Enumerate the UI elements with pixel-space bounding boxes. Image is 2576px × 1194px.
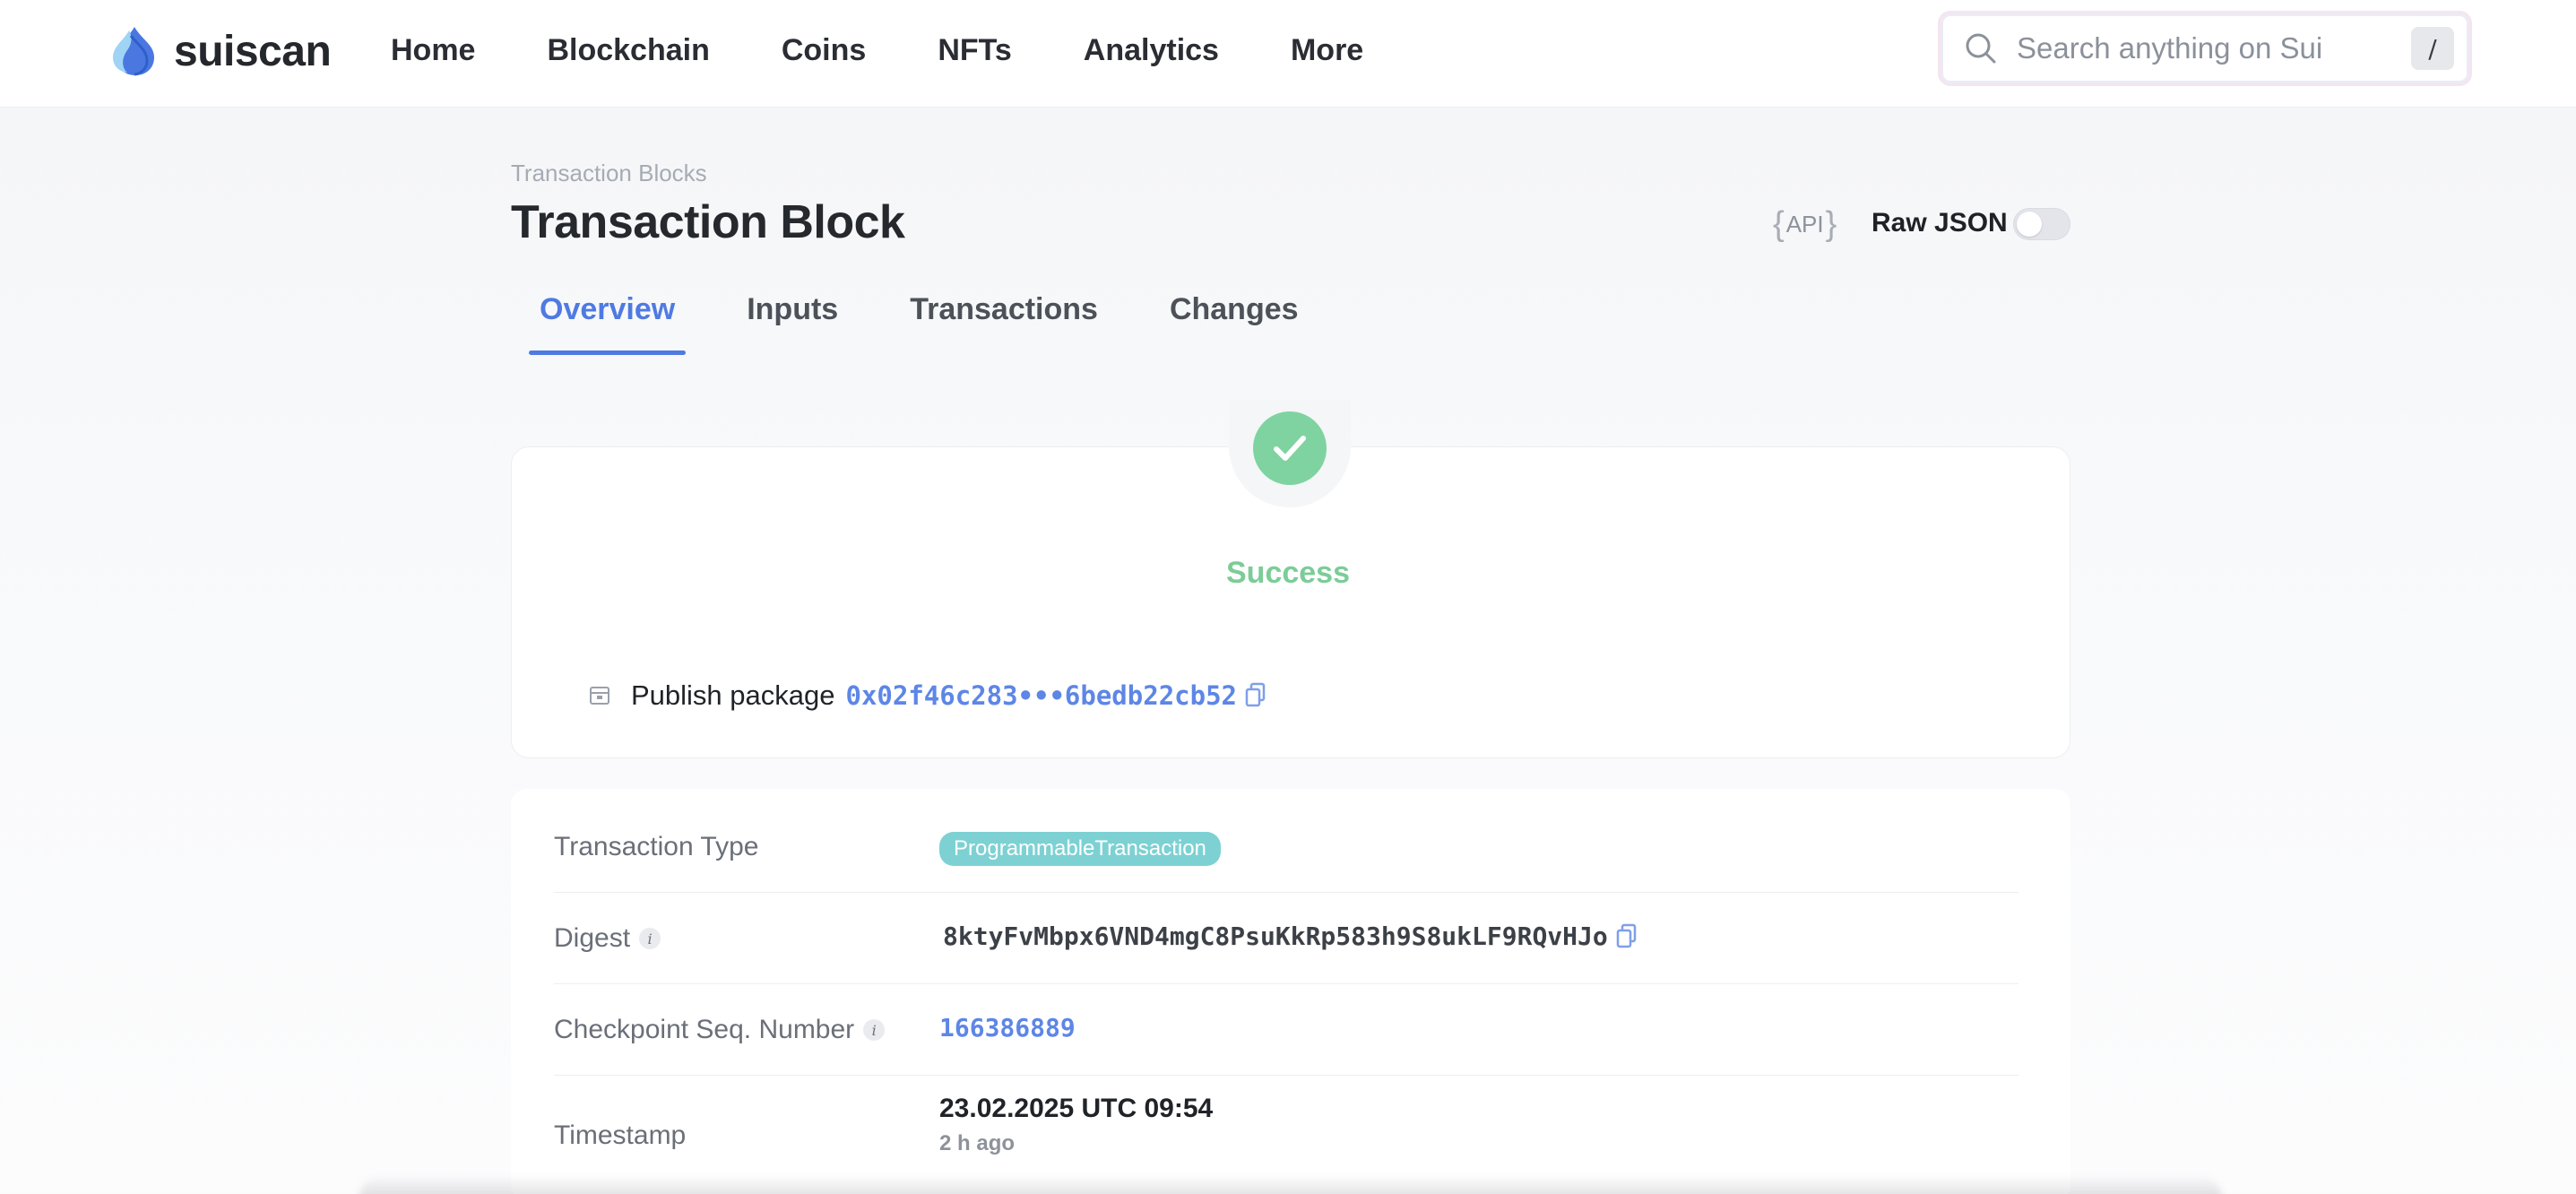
brace-open-icon: { [1773,204,1785,243]
info-icon[interactable]: i [639,928,661,949]
checkpoint-label-wrap: Checkpoint Seq. Number i [554,1015,886,1045]
checkpoint-label: Checkpoint Seq. Number [554,1015,855,1044]
package-action-label: Publish package [631,679,835,711]
transaction-type-label: Transaction Type [554,832,759,861]
page-title: Transaction Block [511,196,905,248]
nav-item-nfts[interactable]: NFTs [938,33,1011,68]
top-navigation-bar: suiscan Home Blockchain Coins NFTs Analy… [0,0,2576,108]
toggle-knob [2017,212,2042,237]
nav-item-more[interactable]: More [1291,33,1363,68]
details-panel: Transaction Type ProgrammableTransaction… [511,789,2070,1194]
timestamp-label: Timestamp [554,1120,687,1150]
success-badge [1253,411,1327,485]
tab-inputs[interactable]: Inputs [736,292,849,355]
status-text: Success [1226,556,1350,590]
sui-logo-icon [108,23,163,79]
tab-transactions[interactable]: Transactions [899,292,1109,355]
tab-bar: Overview Inputs Transactions Changes [529,292,1360,355]
bottom-shadow [359,1174,2223,1194]
raw-json-toggle[interactable] [2013,208,2070,240]
timestamp-value: 23.02.2025 UTC 09:54 [939,1094,1214,1123]
copy-icon[interactable] [1615,923,1638,950]
nav-item-analytics[interactable]: Analytics [1084,33,1219,68]
transaction-type-value-wrap: ProgrammableTransaction [939,832,1221,866]
digest-label-wrap: Digest i [554,923,661,954]
api-button[interactable]: { API } [1773,204,1837,244]
digest-value-wrap: 8ktyFvMbpx6VND4mgC8PsuKkRp583h9S8ukLF9RQ… [943,921,1638,951]
check-icon [1274,436,1306,461]
main-nav: Home Blockchain Coins NFTs Analytics Mor… [391,25,1363,75]
timestamp-value-wrap: 23.02.2025 UTC 09:54 2 h ago [939,1094,1213,1156]
search-icon [1963,30,1999,66]
tab-changes[interactable]: Changes [1159,292,1310,355]
search-shortcut-key: / [2411,27,2454,70]
api-label: API [1785,210,1824,238]
digest-value: 8ktyFvMbpx6VND4mgC8PsuKkRp583h9S8ukLF9RQ… [943,921,1608,951]
checkpoint-value-wrap: 166386889 [939,1013,1076,1043]
nav-item-coins[interactable]: Coins [782,33,866,68]
nav-item-blockchain[interactable]: Blockchain [547,33,709,68]
info-icon[interactable]: i [863,1019,886,1041]
nav-item-home[interactable]: Home [391,33,475,68]
brace-close-icon: } [1825,204,1837,243]
copy-icon[interactable] [1244,682,1267,709]
detail-row-transaction-type: Transaction Type ProgrammableTransaction [554,789,2018,893]
package-icon [588,684,611,707]
publish-package-row: Publish package 0x02f46c283•••6bedb22cb5… [588,676,1267,715]
transaction-type-badge: ProgrammableTransaction [939,832,1221,866]
raw-json-label: Raw JSON [1871,208,2008,238]
tab-overview[interactable]: Overview [529,292,687,355]
checkpoint-link[interactable]: 166386889 [939,1013,1076,1043]
search-placeholder: Search anything on Sui [2017,31,2323,65]
suiscan-logo[interactable]: suiscan [108,20,332,82]
detail-row-checkpoint: Checkpoint Seq. Number i 166386889 [554,984,2018,1076]
search-input[interactable]: Search anything on Sui / [1938,11,2472,86]
logo-text: suiscan [174,27,332,75]
digest-label: Digest [554,923,631,953]
detail-row-digest: Digest i 8ktyFvMbpx6VND4mgC8PsuKkRp583h9… [554,893,2018,984]
timestamp-relative: 2 h ago [939,1131,1016,1155]
breadcrumb[interactable]: Transaction Blocks [511,160,707,187]
package-address-link[interactable]: 0x02f46c283•••6bedb22cb52 [846,680,1238,711]
